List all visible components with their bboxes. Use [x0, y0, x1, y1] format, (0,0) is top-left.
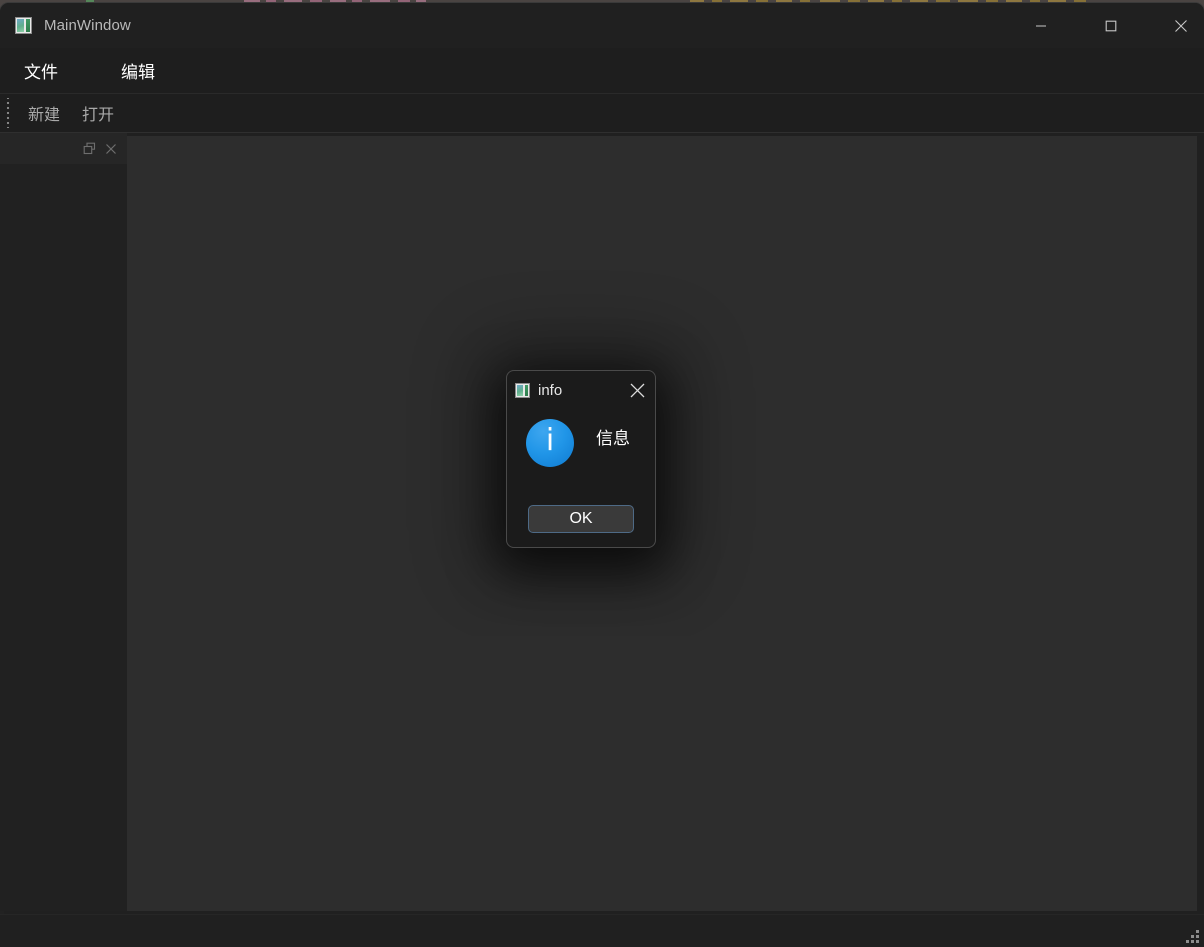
dock-close-button[interactable]: [100, 138, 122, 160]
window-controls-spacer-3: [1134, 3, 1158, 48]
info-dialog: info i 信息 OK: [506, 370, 656, 548]
tool-bar: 新建 打开: [0, 94, 1204, 133]
dialog-message-text: 信息: [596, 429, 630, 448]
window-controls-spacer-2: [1064, 3, 1088, 48]
menu-bar: 文件 编辑: [0, 48, 1204, 94]
dock-float-button[interactable]: [78, 138, 100, 160]
app-window-icon: [515, 382, 530, 398]
dialog-icon-right-pane: [525, 384, 528, 396]
menu-edit[interactable]: 编辑: [111, 54, 165, 87]
dialog-button-row: OK: [507, 505, 655, 533]
close-icon: [1175, 19, 1187, 32]
dialog-icon-left-pane: [517, 384, 523, 396]
info-icon-glyph: i: [545, 423, 555, 458]
close-button[interactable]: [1158, 3, 1204, 48]
maximize-icon: [1105, 20, 1117, 31]
resize-grip-icon[interactable]: [1185, 929, 1199, 943]
info-icon: i: [526, 419, 574, 467]
main-window: MainWindow 文件 编辑 新建 打开 info i 信息 OK: [0, 3, 1204, 947]
dock-content[interactable]: [0, 164, 127, 911]
ok-button[interactable]: OK: [528, 505, 634, 533]
window-controls: [971, 3, 1204, 48]
menu-file[interactable]: 文件: [14, 54, 68, 87]
title-bar[interactable]: MainWindow: [0, 3, 1204, 48]
status-bar: [0, 914, 1204, 947]
toolbar-open[interactable]: 打开: [74, 97, 122, 129]
toolbar-drag-handle[interactable]: [4, 98, 14, 128]
close-icon: [630, 383, 644, 397]
minimize-icon: [1036, 24, 1046, 27]
app-icon-left-pane: [17, 19, 24, 32]
app-icon-right-pane: [26, 19, 30, 32]
float-icon: [83, 142, 95, 155]
app-window-icon: [15, 17, 32, 34]
dialog-title: info: [538, 381, 563, 399]
dialog-close-button[interactable]: [623, 377, 651, 403]
window-title: MainWindow: [44, 17, 131, 34]
dock-title-bar[interactable]: [0, 133, 127, 164]
central-widget[interactable]: [127, 136, 1197, 911]
close-icon: [106, 143, 116, 154]
toolbar-new[interactable]: 新建: [20, 97, 68, 129]
window-controls-spacer: [971, 3, 1018, 48]
minimize-button[interactable]: [1018, 3, 1064, 48]
dialog-title-bar[interactable]: info: [507, 371, 655, 409]
dialog-message-row: i 信息: [507, 409, 655, 489]
maximize-button[interactable]: [1088, 3, 1134, 48]
dock-panel: [0, 133, 127, 911]
